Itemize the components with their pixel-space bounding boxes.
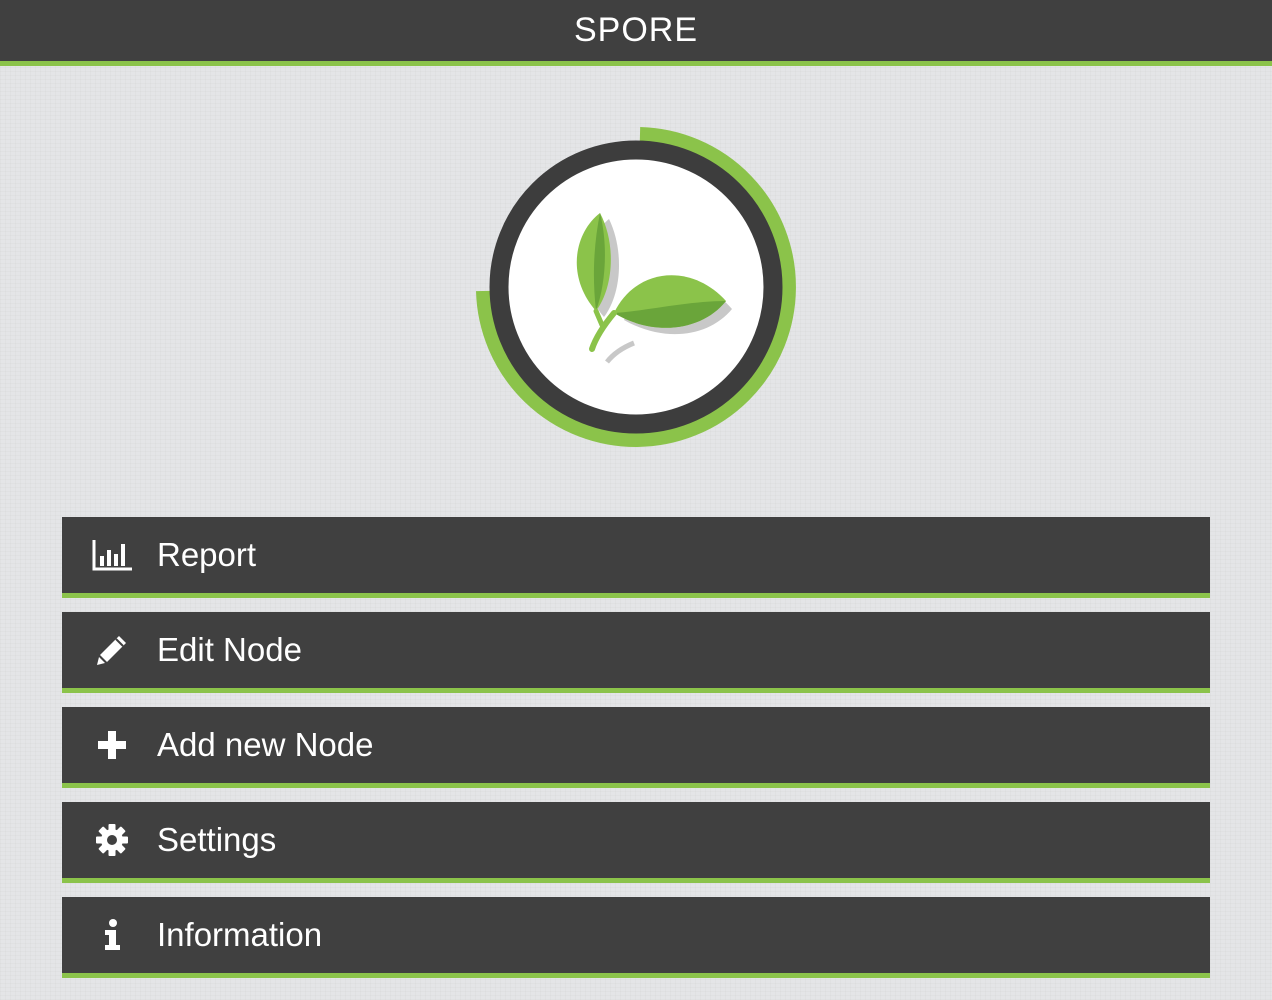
app-title: SPORE: [573, 11, 699, 49]
gear-icon: [91, 819, 133, 861]
leaves-icon: [476, 127, 796, 447]
menu-item-add-new-node[interactable]: Add new Node: [62, 707, 1210, 788]
app-header: SPORE: [0, 0, 1272, 66]
info-icon: [91, 914, 133, 956]
bar-chart-icon: [91, 534, 133, 576]
menu-item-edit-node[interactable]: Edit Node: [62, 612, 1210, 693]
menu-label-edit-node: Edit Node: [157, 631, 302, 668]
pencil-icon: [91, 629, 133, 671]
main-menu: Report Edit Node Add new Node Settings I…: [62, 517, 1210, 992]
menu-label-add-new-node: Add new Node: [157, 726, 374, 763]
menu-item-report[interactable]: Report: [62, 517, 1210, 598]
menu-label-report: Report: [157, 536, 257, 573]
menu-item-information[interactable]: Information: [62, 897, 1210, 978]
spore-logo: [474, 125, 798, 449]
plus-icon: [91, 724, 133, 766]
menu-item-settings[interactable]: Settings: [62, 802, 1210, 883]
menu-label-settings: Settings: [157, 821, 277, 858]
menu-label-information: Information: [157, 916, 323, 953]
